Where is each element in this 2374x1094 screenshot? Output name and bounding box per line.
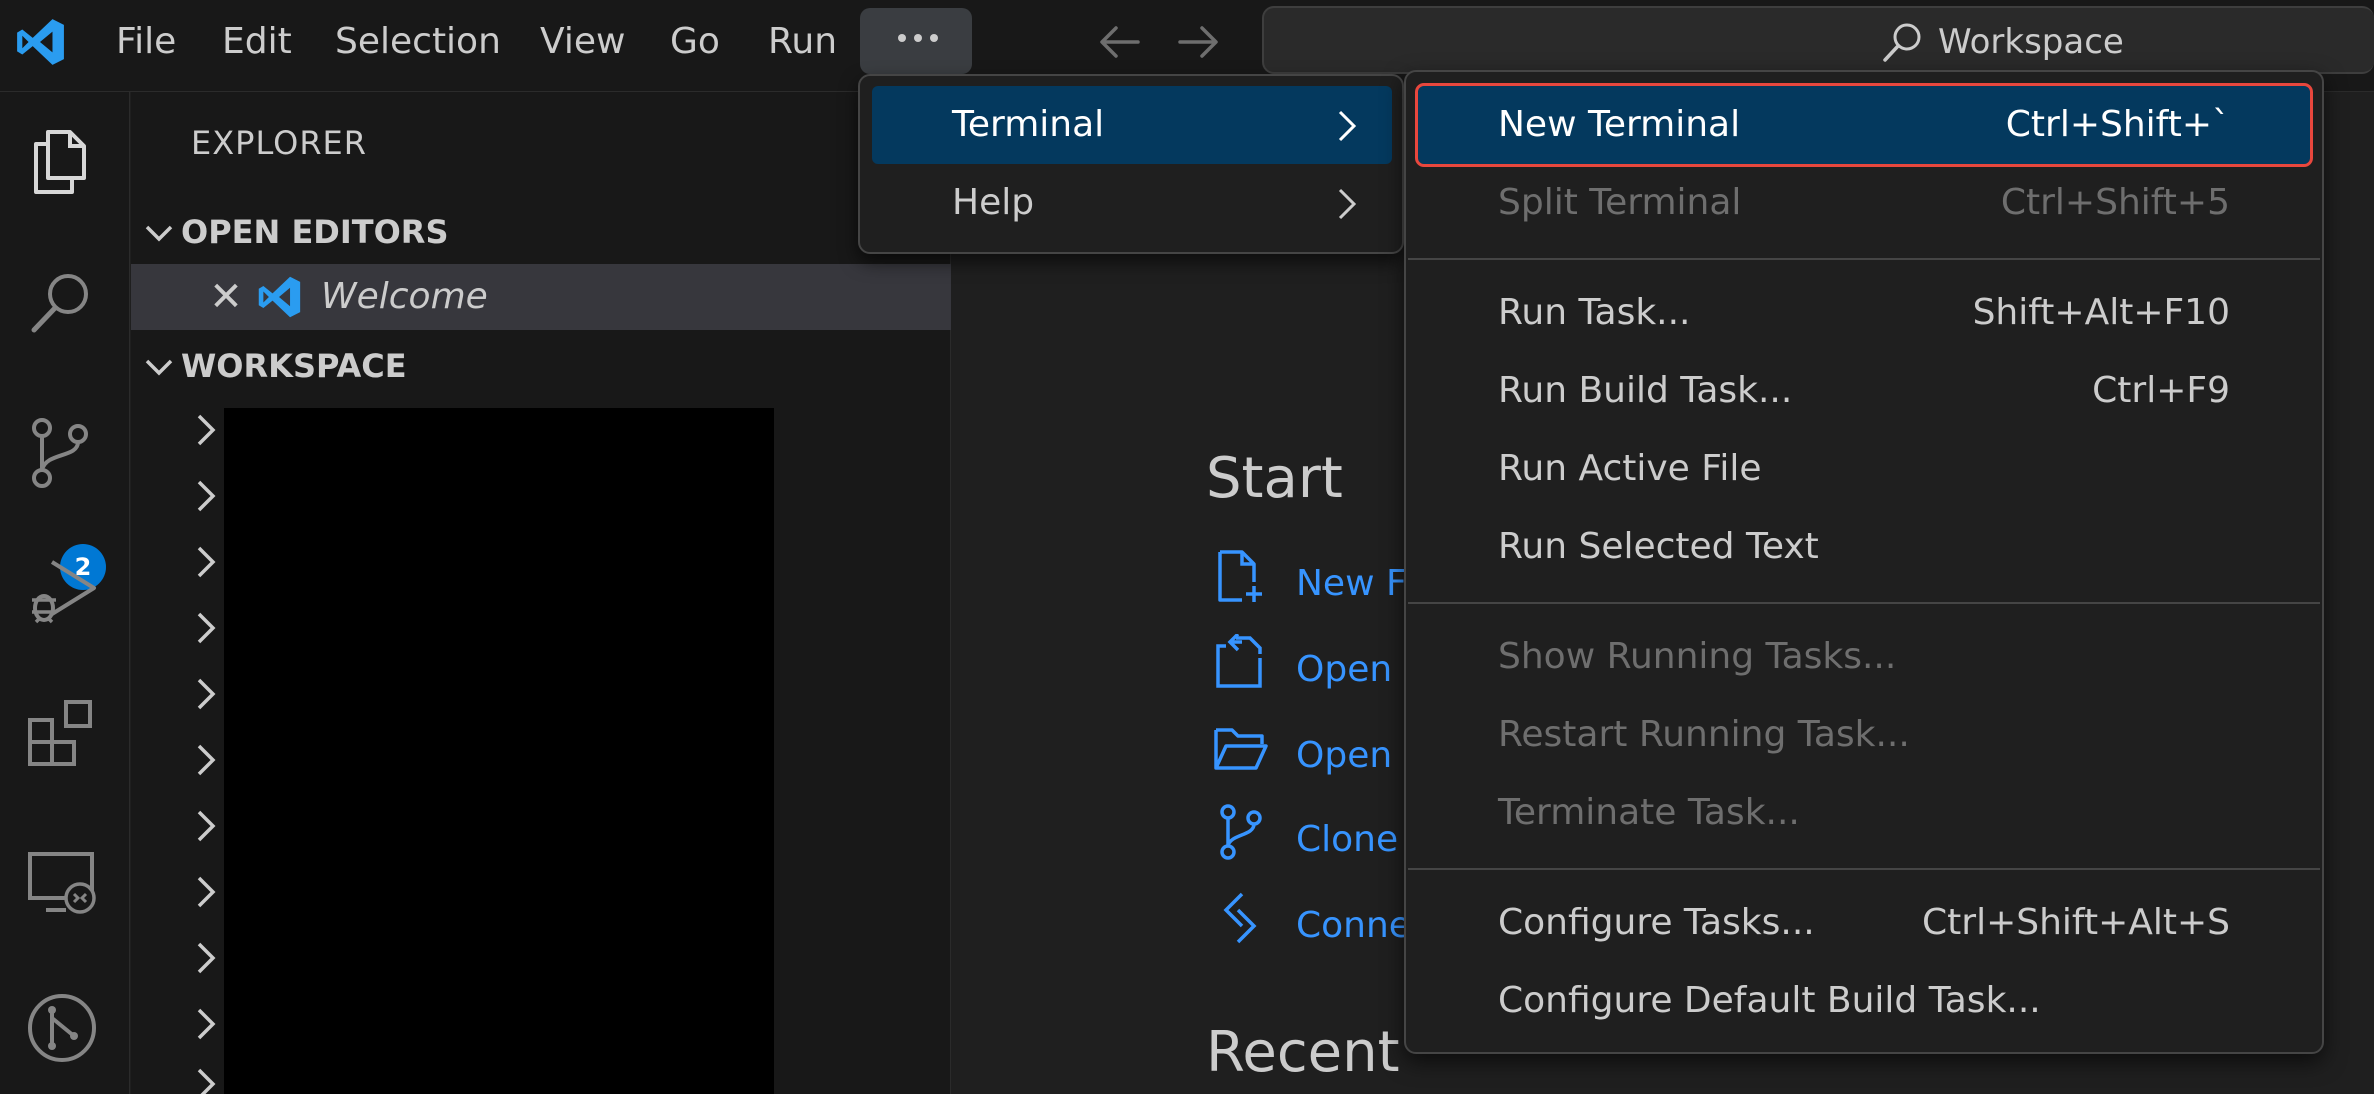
open-editor-welcome[interactable]: ✕ Welcome	[131, 264, 951, 330]
menu-item-new-terminal[interactable]: New Terminal Ctrl+Shift+`	[1415, 83, 2313, 167]
menu-item-label: Show Running Tasks...	[1498, 636, 1897, 677]
chevron-right-icon[interactable]	[191, 1064, 221, 1094]
menu-view[interactable]: View	[530, 14, 635, 70]
open-folder-link[interactable]: Open	[1296, 730, 1392, 782]
vscode-logo-icon	[258, 276, 301, 318]
menu-item-terminate-task[interactable]: Terminate Task...	[1418, 774, 2310, 852]
chevron-right-icon[interactable]	[191, 476, 221, 516]
chevron-down-icon	[145, 359, 173, 376]
explorer-sidebar: EXPLORER OPEN EDITORS ✕ Welcome WORKSPAC…	[131, 92, 951, 1094]
menu-item-label: Help	[952, 182, 1035, 223]
menu-item-label: Run Task...	[1498, 292, 1691, 333]
menu-item-help[interactable]: Help	[872, 164, 1392, 242]
menu-item-run-task[interactable]: Run Task... Shift+Alt+F10	[1418, 274, 2310, 352]
clone-repo-link[interactable]: Clone	[1296, 814, 1398, 866]
chevron-right-icon[interactable]	[191, 872, 221, 912]
search-icon	[1883, 23, 1921, 62]
connect-remote-link[interactable]: Conne	[1296, 900, 1411, 952]
vscode-logo-icon	[17, 19, 64, 65]
menu-item-run-active-file[interactable]: Run Active File	[1418, 430, 2310, 508]
chevron-right-icon[interactable]	[191, 806, 221, 846]
menu-item-shortcut: Ctrl+Shift+`	[2005, 104, 2230, 145]
menu-item-label: Restart Running Task...	[1498, 714, 1910, 755]
source-control-icon[interactable]	[22, 412, 102, 492]
redacted-file-tree	[224, 408, 774, 1094]
open-editors-header[interactable]: OPEN EDITORS	[141, 208, 448, 256]
chevron-right-icon	[1338, 110, 1357, 142]
chevron-right-icon[interactable]	[191, 410, 221, 450]
chevron-right-icon	[1338, 188, 1357, 220]
explorer-icon[interactable]	[22, 122, 102, 202]
open-folder-icon	[1214, 728, 1268, 770]
menu-item-label: Run Selected Text	[1498, 526, 1819, 567]
chevron-right-icon[interactable]	[191, 1004, 221, 1044]
more-menu-dropdown: Terminal Help	[858, 74, 1404, 254]
menu-run[interactable]: Run	[758, 14, 847, 70]
search-label[interactable]: Workspace	[1938, 16, 2124, 68]
menu-item-shortcut: Shift+Alt+F10	[1972, 292, 2230, 333]
recent-heading: Recent	[1206, 1020, 1400, 1085]
open-file-link[interactable]: Open	[1296, 644, 1392, 696]
menu-item-label: Split Terminal	[1498, 182, 1742, 223]
run-debug-icon[interactable]	[22, 550, 102, 630]
terminal-submenu: New Terminal Ctrl+Shift+` Split Terminal…	[1404, 70, 2324, 1054]
extensions-icon[interactable]	[22, 692, 102, 772]
open-editor-label: Welcome	[321, 276, 488, 317]
menu-item-restart-running-task[interactable]: Restart Running Task...	[1418, 696, 2310, 774]
forward-arrow-icon[interactable]	[1172, 16, 1224, 68]
menu-selection[interactable]: Selection	[325, 14, 511, 70]
open-editors-label: OPEN EDITORS	[181, 213, 449, 251]
new-file-link[interactable]: New F	[1296, 558, 1407, 610]
chevron-right-icon[interactable]	[191, 938, 221, 978]
more-menus-button[interactable]	[860, 8, 972, 74]
menu-item-run-selected-text[interactable]: Run Selected Text	[1418, 508, 2310, 586]
remote-connect-icon	[1223, 892, 1257, 944]
chevron-right-icon[interactable]	[191, 740, 221, 780]
menu-item-configure-default-build-task[interactable]: Configure Default Build Task...	[1418, 962, 2310, 1040]
menu-item-shortcut: Ctrl+F9	[2092, 370, 2230, 411]
chevron-down-icon	[145, 225, 173, 242]
remote-explorer-icon[interactable]	[22, 842, 102, 922]
back-arrow-icon[interactable]	[1094, 16, 1146, 68]
menu-file[interactable]: File	[106, 14, 186, 70]
new-file-icon	[1218, 550, 1262, 602]
menu-go[interactable]: Go	[660, 14, 730, 70]
menu-item-label: Configure Default Build Task...	[1498, 980, 2041, 1021]
menu-edit[interactable]: Edit	[212, 14, 302, 70]
clone-repo-icon	[1220, 804, 1262, 860]
menu-item-label: Configure Tasks...	[1498, 902, 1815, 943]
menu-item-shortcut: Ctrl+Shift+Alt+S	[1922, 902, 2230, 943]
workspace-header[interactable]: WORKSPACE	[141, 342, 407, 390]
close-icon[interactable]: ✕	[205, 274, 247, 320]
menu-item-label: New Terminal	[1498, 104, 1741, 145]
chevron-right-icon[interactable]	[191, 674, 221, 714]
open-file-icon	[1216, 634, 1262, 688]
menu-item-shortcut: Ctrl+Shift+5	[2000, 182, 2230, 223]
chevron-right-icon[interactable]	[191, 608, 221, 648]
menu-item-terminal[interactable]: Terminal	[872, 86, 1392, 164]
workspace-label: WORKSPACE	[181, 347, 407, 385]
menu-item-label: Run Active File	[1498, 448, 1762, 489]
menu-separator	[1408, 868, 2320, 870]
activity-bar: 2	[0, 92, 130, 1094]
git-graph-icon[interactable]	[22, 988, 102, 1068]
menu-item-split-terminal[interactable]: Split Terminal Ctrl+Shift+5	[1418, 164, 2310, 242]
menu-separator	[1408, 258, 2320, 260]
chevron-right-icon[interactable]	[191, 542, 221, 582]
command-center-search[interactable]	[1262, 6, 2374, 74]
start-heading: Start	[1206, 446, 1343, 511]
menu-item-label: Terminate Task...	[1498, 792, 1800, 833]
search-icon[interactable]	[22, 264, 102, 344]
menu-item-show-running-tasks[interactable]: Show Running Tasks...	[1418, 618, 2310, 696]
menu-item-label: Run Build Task...	[1498, 370, 1793, 411]
menu-item-configure-tasks[interactable]: Configure Tasks... Ctrl+Shift+Alt+S	[1418, 884, 2310, 962]
menu-separator	[1408, 602, 2320, 604]
menu-item-label: Terminal	[952, 104, 1105, 145]
explorer-title: EXPLORER	[191, 124, 367, 162]
menu-item-run-build-task[interactable]: Run Build Task... Ctrl+F9	[1418, 352, 2310, 430]
